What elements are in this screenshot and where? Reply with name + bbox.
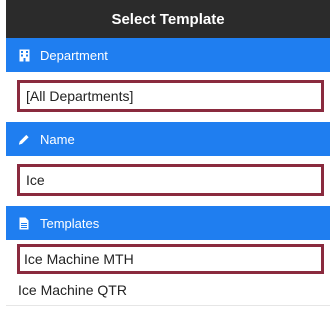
dialog-titlebar: Select Template [6,0,330,38]
name-header-label: Name [40,131,75,147]
name-field-wrap: Ice [6,156,330,206]
template-item-label: Ice Machine MTH [24,251,134,267]
name-value: Ice [26,172,45,188]
template-item-selected[interactable]: Ice Machine MTH [17,244,324,274]
templates-list: Ice Machine MTH Ice Machine QTR [6,244,330,306]
select-template-dialog: Select Template Department [All Departme… [6,0,330,306]
templates-section-header: Templates [6,206,330,240]
templates-header-label: Templates [40,215,100,231]
template-item-label: Ice Machine QTR [18,281,127,298]
department-value: [All Departments] [26,88,134,104]
department-field-wrap: [All Departments] [6,72,330,122]
department-header-label: Department [40,47,108,63]
department-section-header: Department [6,38,330,72]
name-section-header: Name [6,122,330,156]
department-select[interactable]: [All Departments] [17,80,324,112]
document-icon [18,217,30,230]
building-icon [18,49,30,62]
name-input[interactable]: Ice [17,164,324,196]
template-item[interactable]: Ice Machine QTR [6,274,330,306]
dialog-title: Select Template [111,10,225,28]
pencil-icon [18,133,30,146]
